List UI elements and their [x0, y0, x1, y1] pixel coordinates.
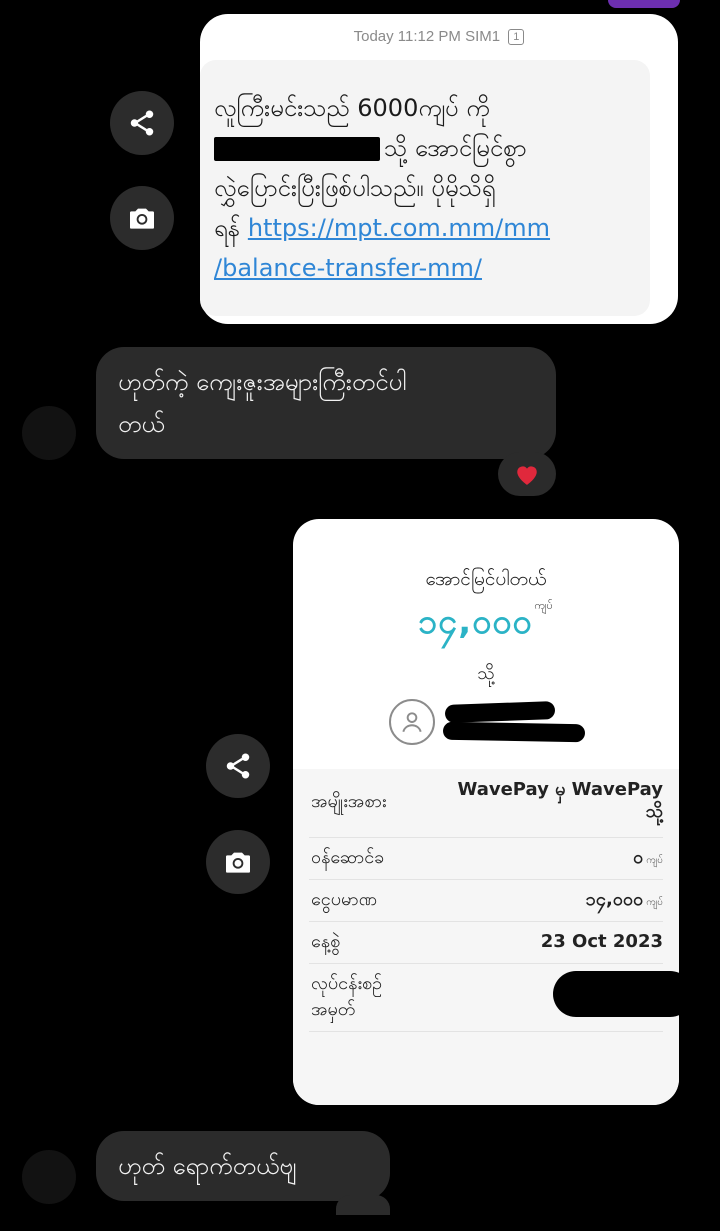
- detail-row-amount: ငွေပမာဏ ၁၄,၀၀၀ ကျပ်: [309, 879, 663, 922]
- screenshot-button-receipt[interactable]: [206, 830, 270, 894]
- recipient-avatar: [389, 699, 435, 745]
- share-button[interactable]: [110, 91, 174, 155]
- payment-receipt-image[interactable]: အောင်မြင်ပါတယ် ၁၄,၀၀၀ ကျပ် သို့ အမျိုးအစာ…: [293, 519, 679, 1105]
- redacted-name: [444, 701, 556, 723]
- sms-sim-label: SIM1: [465, 28, 501, 45]
- detail-value-type: WavePay မှ WavePay သို့: [458, 779, 664, 823]
- detail-label-amount: ငွေပမာဏ: [311, 889, 377, 910]
- message-line-2: တယ်: [118, 410, 165, 438]
- message-text-2: ဟုတ် ရောက်တယ်ဗျ: [118, 1152, 297, 1180]
- receipt-details: အမျိုးအစား WavePay မှ WavePay သို့ ဝန်ဆေ…: [293, 769, 679, 1105]
- txid-label-line-2: အမှတ်: [311, 999, 356, 1020]
- receipt-amount: ၁၄,၀၀၀ ကျပ်: [293, 599, 679, 650]
- message-line-1: ဟုတ်ကဲ့ ကျေးဇူးအများကြီးတင်ပါ: [118, 368, 407, 396]
- top-edge-bubble: [608, 0, 680, 8]
- sms-text: လူကြီးမင်းသည် 6000ကျပ် ကို သို့ အောင်မြင…: [214, 88, 634, 288]
- message-text: ဟုတ်ကဲ့ ကျေးဇူးအများကြီးတင်ပါ တယ်: [118, 361, 406, 445]
- sms-line-1: လူကြီးမင်းသည် 6000ကျပ် ကို: [214, 94, 490, 122]
- sender-avatar: [22, 406, 76, 460]
- sms-body: လူကြီးမင်းသည် 6000ကျပ် ကို သို့ အောင်မြင…: [200, 60, 650, 316]
- sms-line-2: သို့ အောင်မြင်စွာ: [214, 128, 634, 168]
- sender-avatar-2: [22, 1150, 76, 1204]
- message-bubble-received[interactable]: ဟုတ် ရောက်တယ်ဗျ: [96, 1131, 390, 1201]
- sms-line-4-prefix: ရန်: [214, 214, 241, 242]
- fee-value: ၀: [633, 847, 644, 868]
- receipt-success-title: အောင်မြင်ပါတယ်: [425, 568, 547, 590]
- camera-icon: [226, 852, 250, 873]
- sms-line-5: /balance-transfer-mm/: [214, 248, 634, 288]
- detail-row-transaction-id: လုပ်ငန်းစဉ် အမှတ်: [309, 963, 679, 1032]
- amount-unit: ကျပ်: [646, 897, 663, 908]
- sms-line-4: ရန် https://mpt.com.mm/mm: [214, 208, 634, 248]
- detail-label-date: နေ့စွဲ: [311, 931, 341, 952]
- share-button-receipt[interactable]: [206, 734, 270, 798]
- detail-label-type: အမျိုးအစား: [311, 791, 387, 812]
- amount-value: ၁၄,၀၀၀: [585, 889, 644, 910]
- detail-label-transaction-id: လုပ်ငန်းစဉ် အမှတ်: [311, 971, 382, 1023]
- txid-label-line-1: လုပ်ငန်းစဉ်: [311, 973, 383, 994]
- sms-message-card[interactable]: Today 11:12 PM SIM1 1 လူကြီးမင်းသည် 6000…: [200, 14, 678, 324]
- sms-timestamp: Today 11:12 PM: [353, 28, 461, 45]
- receipt-to-label: သို့: [477, 663, 495, 684]
- detail-value-type-line-1: WavePay မှ WavePay: [457, 779, 664, 800]
- redacted-recipient: [214, 137, 380, 161]
- detail-value-fee: ၀ကျပ်: [633, 847, 663, 872]
- camera-icon: [130, 208, 154, 229]
- detail-row-date: နေ့စွဲ 23 Oct 2023: [309, 921, 663, 964]
- share-icon: [130, 110, 154, 136]
- redacted-phone: [442, 721, 586, 743]
- receipt-amount-value: ၁၄,၀၀၀: [418, 602, 533, 642]
- sms-link-part-2[interactable]: /balance-transfer-mm/: [214, 254, 482, 282]
- sms-line-3: လွှဲပြောင်းပြီးဖြစ်ပါသည်။ ပိုမိုသိရှိ: [214, 174, 496, 202]
- detail-row-type: အမျိုးအစား WavePay မှ WavePay သို့: [309, 769, 663, 838]
- screenshot-button[interactable]: [110, 186, 174, 250]
- sms-meta: Today 11:12 PM SIM1 1: [200, 28, 678, 46]
- reaction-badge-partial: [336, 1195, 390, 1215]
- message-bubble-thanks[interactable]: ဟုတ်ကဲ့ ကျေးဇူးအများကြီးတင်ပါ တယ်: [96, 347, 556, 459]
- sms-link-part-1[interactable]: https://mpt.com.mm/mm: [248, 214, 550, 242]
- detail-value-amount: ၁၄,၀၀၀ ကျပ်: [586, 889, 663, 914]
- receipt-amount-unit: ကျပ်: [534, 599, 554, 612]
- detail-label-fee: ဝန်ဆောင်ခ: [311, 847, 385, 868]
- detail-value-type-line-2: သို့: [645, 801, 663, 822]
- detail-value-date: 23 Oct 2023: [540, 931, 663, 952]
- heart-icon: [517, 466, 537, 485]
- redacted-transaction-id: [553, 971, 679, 1017]
- fee-unit: ကျပ်: [646, 855, 663, 866]
- detail-row-fee: ဝန်ဆောင်ခ ၀ကျပ်: [309, 837, 663, 880]
- sim-number-badge: 1: [508, 29, 525, 46]
- sms-line-2-text: သို့ အောင်မြင်စွာ: [384, 134, 527, 162]
- person-icon: [402, 712, 422, 733]
- share-icon: [226, 753, 250, 779]
- reaction-badge[interactable]: [498, 452, 556, 496]
